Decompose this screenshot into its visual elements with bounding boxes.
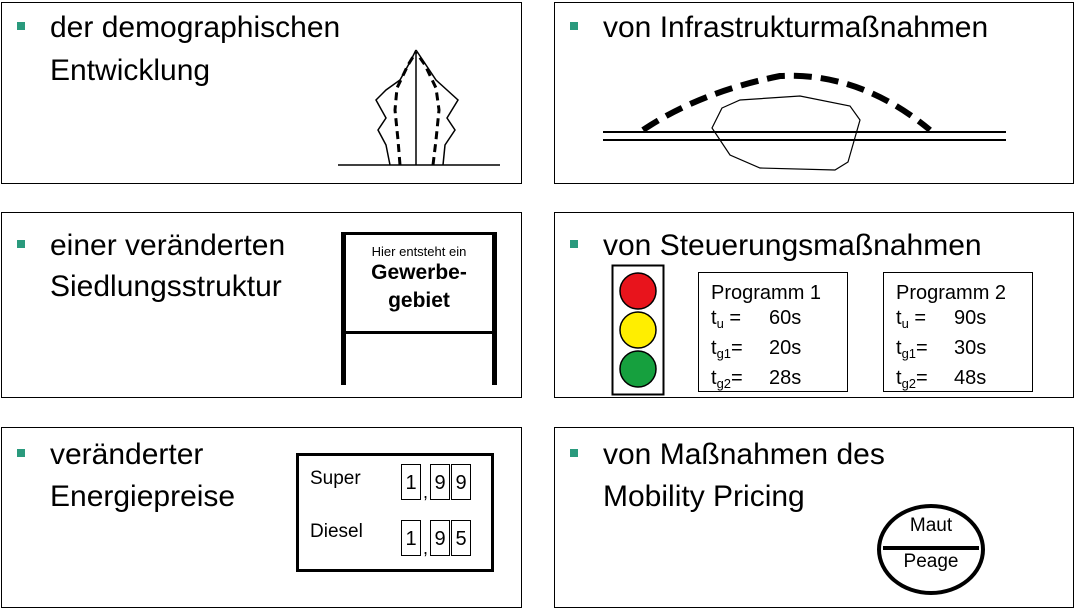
bullet-icon [17,449,25,457]
traffic-light-green [619,350,657,388]
program-1-row-tu: tu = 60s [711,306,847,336]
var-subscript: g1 [716,346,732,361]
diesel-digit-1: 1 [401,520,421,556]
diesel-comma: , [423,538,429,558]
bullet-icon [17,240,25,248]
heading-energy-line2: Energiepreise [50,480,236,513]
super-digit-2: 9 [430,464,450,500]
var-subscript: u [716,316,724,331]
super-comma: , [423,482,429,502]
traffic-light-yellow [619,311,657,349]
diesel-digit-3: 5 [451,520,471,556]
toll-sign-top: Maut [909,515,953,536]
var-equals: = [916,367,928,389]
heading-settlement-line1: einer veränderten [50,229,286,262]
var-equals: = [731,337,743,359]
program-2-row-tg1: tg1= 30s [896,336,1032,366]
program-1-value-tu: 60s [769,307,802,329]
heading-pricing-line1: von Maßnahmen des [603,438,885,471]
var-equals: = [723,307,742,329]
sign-small-text: Hier entsteht ein [371,244,467,259]
toll-sign-bottom: Peage [903,551,959,572]
var-equals: = [916,337,928,359]
var-subscript: g2 [716,376,732,391]
program-2-value-tu: 90s [954,307,987,329]
traffic-light-red [619,272,657,310]
toll-sign-icon: Maut Peage [877,504,985,595]
heading-pricing-line2: Mobility Pricing [603,480,805,513]
program-1-value-tg2: 28s [769,367,802,389]
program-1-value-tg1: 20s [769,337,802,359]
heading-control: von Steuerungsmaßnahmen [603,229,982,262]
fuel-label-super: Super [310,468,361,489]
heading-settlement-line2: Siedlungsstruktur [50,270,282,303]
var-subscript: g1 [901,346,917,361]
program-2-title: Programm 2 [896,282,1007,304]
super-digit-1: 1 [401,464,421,500]
program-2-value-tg1: 30s [954,337,987,359]
fuel-label-diesel: Diesel [310,521,363,542]
program-1-row-tg2: tg2= 28s [711,366,847,396]
bullet-icon [570,449,578,457]
program-1-title: Programm 1 [711,282,822,304]
bullet-icon [570,240,578,248]
fuel-price-board: Super 1 , 9 9 Diesel 1 , 9 5 [296,453,494,572]
var-equals: = [908,307,927,329]
super-digit-3: 9 [451,464,471,500]
program-1-row-tg1: tg1= 20s [711,336,847,366]
construction-sign: Hier entsteht ein Gewerbe- gebiet [343,232,495,334]
traffic-light-icon [611,264,665,396]
diesel-digit-2: 9 [430,520,450,556]
program-1-box: Programm 1 tu = 60s tg1= 20s tg2= 28s [698,272,848,392]
program-2-box: Programm 2 tu = 90s tg1= 30s tg2= 48s [883,272,1033,392]
var-subscript: g2 [901,376,917,391]
var-equals: = [731,367,743,389]
sign-line1: Gewerbe- [371,261,467,284]
program-2-row-tg2: tg2= 48s [896,366,1032,396]
program-2-row-tu: tu = 90s [896,306,1032,336]
sign-line2: gebiet [388,289,450,312]
program-2-value-tg2: 48s [954,367,987,389]
heading-energy-line1: veränderter [50,438,204,471]
var-subscript: u [901,316,909,331]
toll-sign-divider [883,546,979,550]
